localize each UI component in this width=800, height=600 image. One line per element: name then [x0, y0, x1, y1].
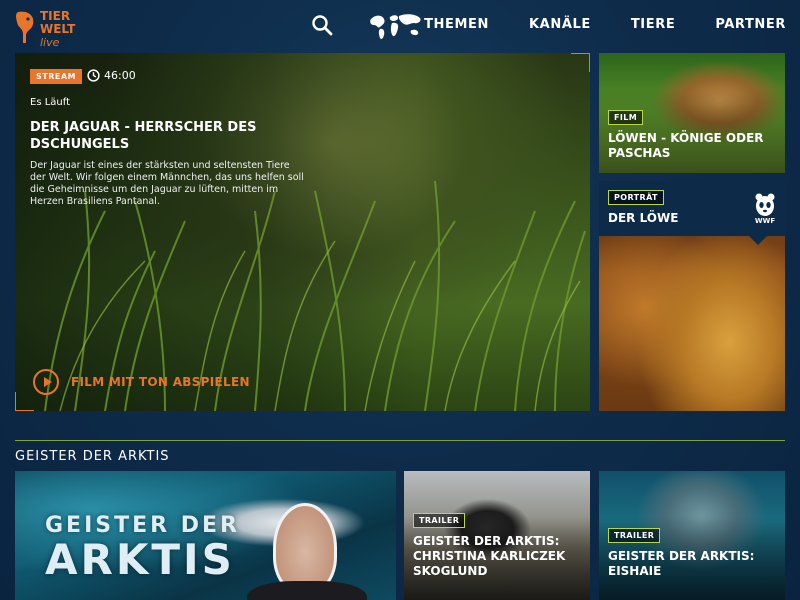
play-with-sound-label: FILM MIT TON ABSPIELEN [71, 375, 250, 389]
card-title: GEISTER DER ARKTIS: CHRISTINA KARLICZEK … [413, 534, 566, 578]
nav-partner[interactable]: PARTNER [715, 17, 786, 32]
frame-corner-top-right [571, 53, 590, 72]
logo-text: TIER WELT live [40, 10, 76, 50]
hero-description: Der Jaguar ist eines der stärksten und s… [30, 160, 304, 207]
world-map-icon[interactable] [368, 11, 424, 41]
title-artwork: GEISTER DER ARKTIS [45, 515, 240, 581]
title-artwork-line-2: ARKTIS [45, 535, 235, 584]
card-geister-der-arktis[interactable]: GEISTER DER ARKTIS [15, 471, 396, 600]
elephant-logo-icon [16, 11, 34, 44]
play-with-sound-button[interactable]: FILM MIT TON ABSPIELEN [33, 369, 250, 395]
main-nav: THEMEN KANÄLE TIERE PARTNER [424, 17, 786, 32]
hero-title: DER JAGUAR - HERRSCHER DES DSCHUNGELS [30, 120, 257, 152]
frame-corner-bottom-left [15, 392, 34, 411]
playing-status: Es Läuft [30, 97, 71, 108]
card-title: LÖWEN - KÖNIGE ODER PASCHAS [608, 131, 764, 160]
film-badge: FILM [608, 110, 644, 125]
clock-icon [87, 69, 100, 82]
tierwelt-live-logo[interactable]: TIER WELT live [14, 8, 84, 50]
section-title: GEISTER DER ARKTIS [15, 449, 170, 464]
play-circle-icon [33, 369, 59, 395]
nav-kanaele[interactable]: KANÄLE [529, 17, 591, 32]
site-header: TIER WELT live THEMEN KANÄLE TIERE PARTN… [0, 0, 800, 52]
duration-value: 46:00 [104, 69, 136, 82]
card-der-loewe[interactable]: PORTRÄT DER LÖWE WWF [599, 181, 785, 411]
trailer-badge: TRAILER [413, 513, 466, 528]
nav-tiere[interactable]: TIERE [631, 17, 675, 32]
presenter-body-image [247, 581, 367, 600]
title-artwork-line-1: GEISTER DER [45, 513, 240, 538]
card-title: GEISTER DER ARKTIS: EISHAIE [608, 549, 755, 578]
wwf-logo-text: WWF [754, 217, 776, 225]
search-icon[interactable] [311, 14, 333, 36]
card-christina-skoglund[interactable]: TRAILER GEISTER DER ARKTIS: CHRISTINA KA… [404, 471, 590, 600]
duration-info: 46:00 [87, 69, 136, 82]
card-loewen-koenige[interactable]: FILM LÖWEN - KÖNIGE ODER PASCHAS [599, 53, 785, 173]
trailer-badge: TRAILER [608, 528, 661, 543]
hero-video-player[interactable]: STREAM 46:00 Es Läuft DER JAGUAR - HERRS… [15, 53, 590, 411]
section-divider [15, 440, 785, 441]
portrait-badge: PORTRÄT [608, 190, 664, 205]
card-header-notch [749, 236, 767, 245]
presenter-image [273, 503, 337, 593]
nav-themen[interactable]: THEMEN [424, 17, 489, 32]
logo-line-3: live [40, 36, 60, 49]
stream-badge: STREAM [30, 69, 82, 84]
logo-line-2: WELT [40, 22, 76, 36]
card-eishaie[interactable]: TRAILER GEISTER DER ARKTIS: EISHAIE [599, 471, 785, 600]
